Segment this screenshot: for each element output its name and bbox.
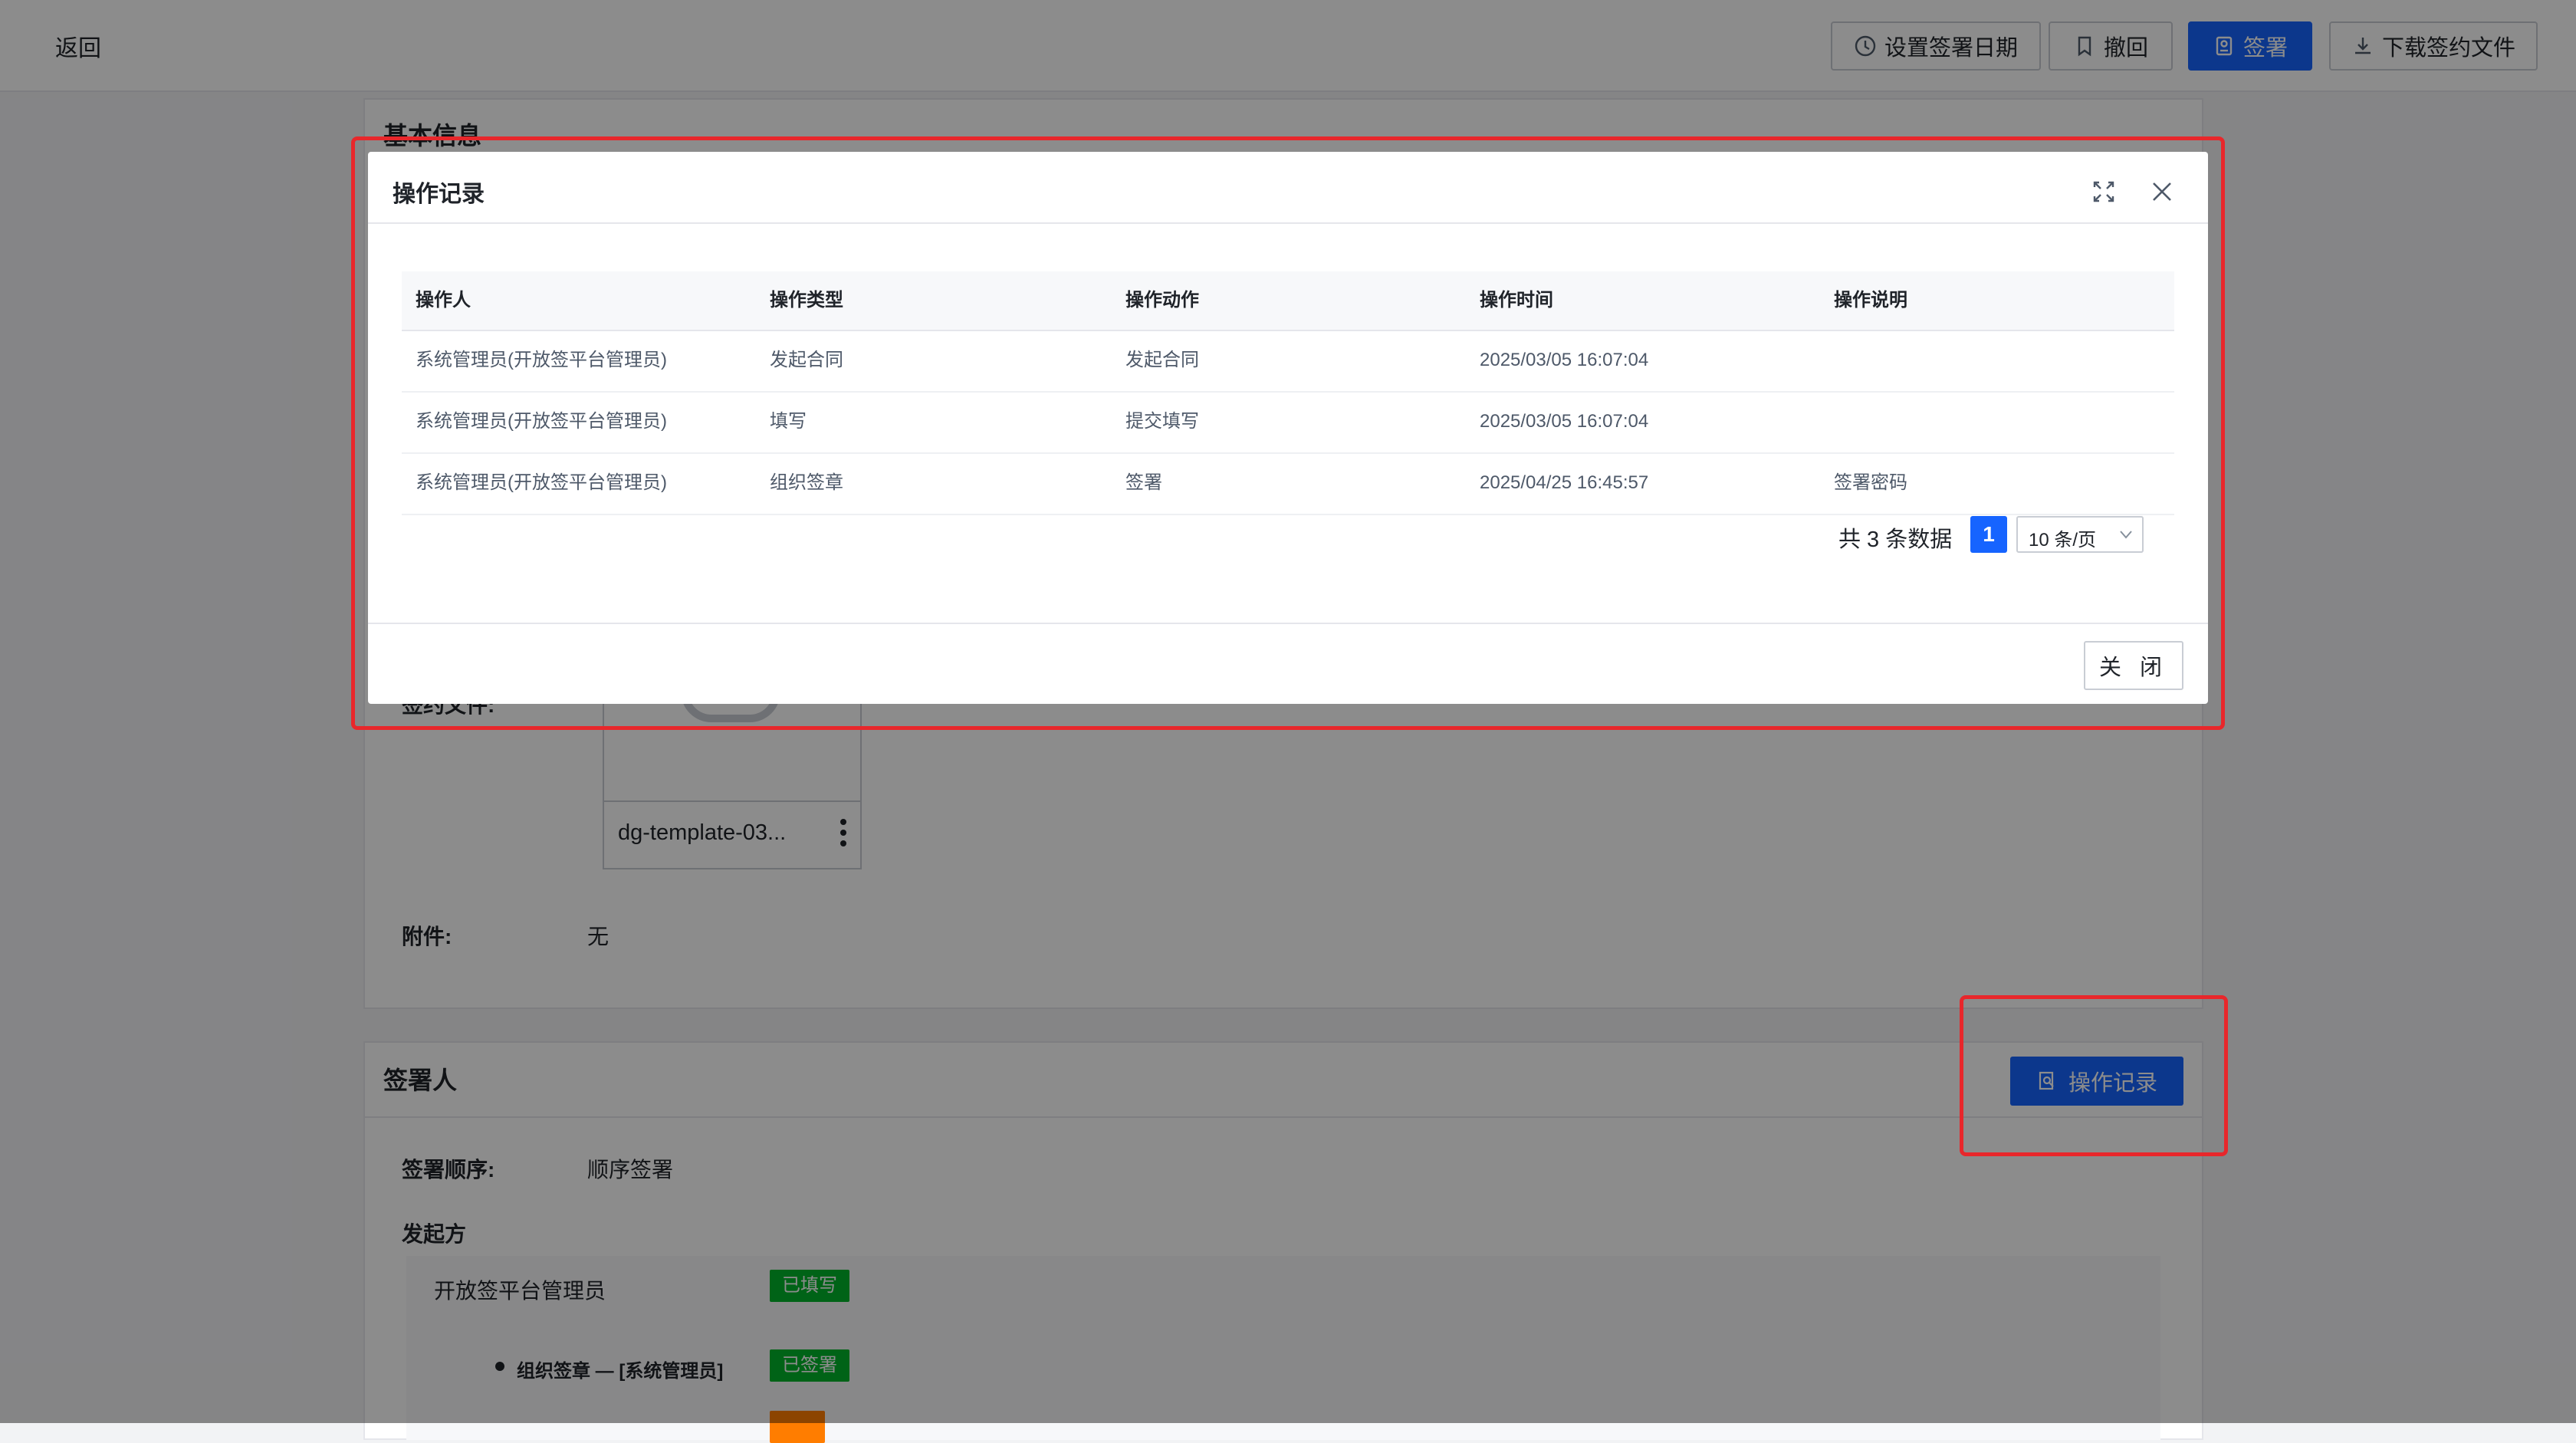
button-highlight-box (1960, 995, 2228, 1156)
modal-highlight-box (351, 136, 2225, 730)
